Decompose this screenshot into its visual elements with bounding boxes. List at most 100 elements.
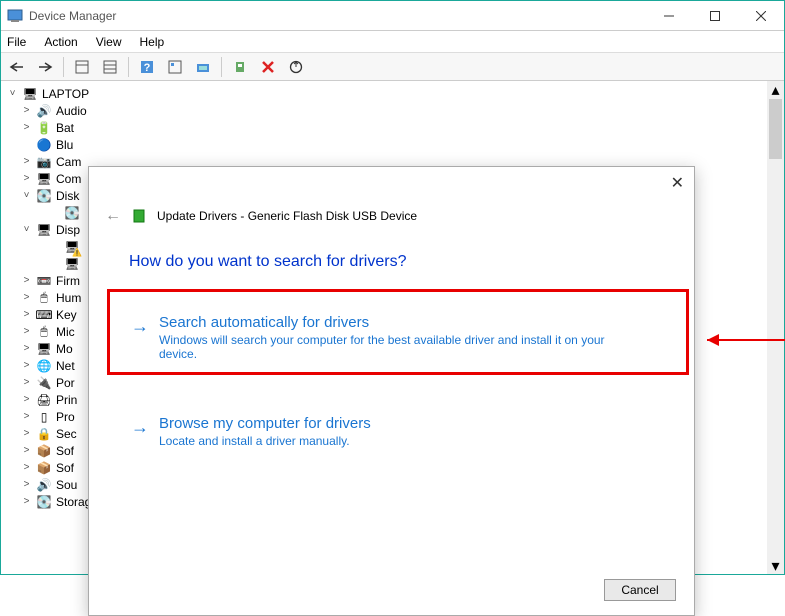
update-drivers-dialog: ✕ ← Update Drivers - Generic Flash Disk … [88,166,695,616]
option-subtitle: Locate and install a driver manually. [159,434,371,448]
device-type-icon: 💽 [36,494,52,510]
tree-item[interactable]: 🔵 Blu [7,136,784,153]
menu-help[interactable]: Help [140,35,165,49]
device-type-icon: 🔌 [36,375,52,391]
expand-icon[interactable]: ˅ [21,224,32,235]
device-type-icon: 🌐 [36,358,52,374]
device-type-icon: 🔒 [36,426,52,442]
expand-icon[interactable]: > [21,479,32,490]
expand-icon[interactable]: > [21,377,32,388]
option-subtitle: Windows will search your computer for th… [159,333,629,361]
device-type-icon: 🖱 [36,324,52,340]
option-title: Browse my computer for drivers [159,415,371,432]
tree-item-label: Disk [56,189,79,203]
device-type-icon: 🖨 [36,392,52,408]
cancel-button[interactable]: Cancel [604,579,676,601]
expand-icon[interactable]: > [21,292,32,303]
expand-icon[interactable]: > [21,445,32,456]
tree-root[interactable]: ˅ 🖥 LAPTOP [7,85,784,102]
device-type-icon: 🔋 [36,120,52,136]
scroll-up-icon[interactable]: ▴ [767,81,784,98]
maximize-button[interactable] [692,1,738,31]
expand-icon[interactable]: > [21,326,32,337]
tool-view[interactable] [98,56,122,78]
expand-icon[interactable]: > [21,275,32,286]
expand-icon[interactable]: > [21,496,32,507]
expand-icon[interactable]: ˅ [21,190,32,201]
device-type-icon: 🖥 [36,171,52,187]
expand-icon[interactable]: > [21,462,32,473]
tool-update[interactable] [284,56,308,78]
device-type-icon: 💽 [36,188,52,204]
menu-file[interactable]: File [7,35,26,49]
tree-item-label: Blu [56,138,73,152]
menu-bar: File Action View Help [1,31,784,53]
search-automatically-option[interactable]: → Search automatically for drivers Windo… [131,314,629,361]
tree-item[interactable]: > 🔋 Bat [7,119,784,136]
expand-icon[interactable]: > [21,173,32,184]
forward-button[interactable] [33,56,57,78]
tree-item-label: Disp [56,223,80,237]
tree-item-label: Sof [56,444,74,458]
vertical-scrollbar[interactable]: ▴ ▾ [767,81,784,574]
menu-view[interactable]: View [96,35,122,49]
tree-item-label: Hum [56,291,81,305]
dialog-heading: How do you want to search for drivers? [129,253,406,271]
tool-help[interactable]: ? [135,56,159,78]
back-button[interactable] [5,56,29,78]
device-type-icon: 🖱 [36,290,52,306]
expand-icon[interactable]: > [21,122,32,133]
tree-item-label: Bat [56,121,74,135]
browse-computer-option[interactable]: → Browse my computer for drivers Locate … [131,415,371,448]
tree-item-label: Net [56,359,75,373]
computer-icon: 🖥 [22,86,38,102]
toolbar-separator [128,57,129,77]
tree-item-label: Firm [56,274,80,288]
menu-action[interactable]: Action [44,35,77,49]
option-title: Search automatically for drivers [159,314,629,331]
annotation-arrow-icon [697,332,785,348]
scroll-thumb[interactable] [769,99,782,159]
body-area: ˅ 🖥 LAPTOP >🔊Audio>🔋Bat🔵Blu>📷Cam>🖥Com˅💽D… [1,81,784,574]
tree-item-label: Prin [56,393,77,407]
expand-icon[interactable]: > [21,156,32,167]
arrow-right-icon: → [131,316,149,337]
expand-icon[interactable]: > [21,394,32,405]
scroll-down-icon[interactable]: ▾ [767,557,784,574]
device-type-icon: 📼 [36,273,52,289]
tree-item-label: Pro [56,410,75,424]
dialog-close-button[interactable]: ✕ [671,173,684,193]
tree-item-label: Sec [56,427,77,441]
tree-item-label: Key [56,308,77,322]
device-type-icon: 🖥 [36,341,52,357]
device-type-icon: 🔵 [36,137,52,153]
expand-icon[interactable]: > [21,428,32,439]
tree-root-label: LAPTOP [42,87,89,101]
expand-icon[interactable]: > [21,411,32,422]
expand-icon[interactable]: > [21,309,32,320]
expand-icon[interactable]: > [21,360,32,371]
tool-uninstall[interactable] [256,56,280,78]
tool-install[interactable] [228,56,252,78]
dialog-header: ← Update Drivers - Generic Flash Disk US… [105,207,417,225]
svg-text:?: ? [144,62,151,74]
device-type-icon: ▯ [36,409,52,425]
title-bar: Device Manager [1,1,784,31]
device-type-icon: ⌨ [36,307,52,323]
tree-item[interactable]: >🔊Audio [7,102,784,119]
tree-item-label: Sof [56,461,74,475]
tree-item-label: Mic [56,325,75,339]
expand-icon[interactable]: > [21,105,32,116]
tool-details[interactable] [163,56,187,78]
toolbar: ? [1,53,784,81]
dialog-back-icon[interactable]: ← [105,207,121,225]
tree-item-label: Sou [56,478,77,492]
close-button[interactable] [738,1,784,31]
minimize-button[interactable] [646,1,692,31]
expand-icon[interactable]: > [21,343,32,354]
tool-scan[interactable] [191,56,215,78]
tool-show-hide[interactable] [70,56,94,78]
expand-icon[interactable]: ˅ [7,88,18,99]
toolbar-separator [63,57,64,77]
device-type-icon: 📷 [36,154,52,170]
